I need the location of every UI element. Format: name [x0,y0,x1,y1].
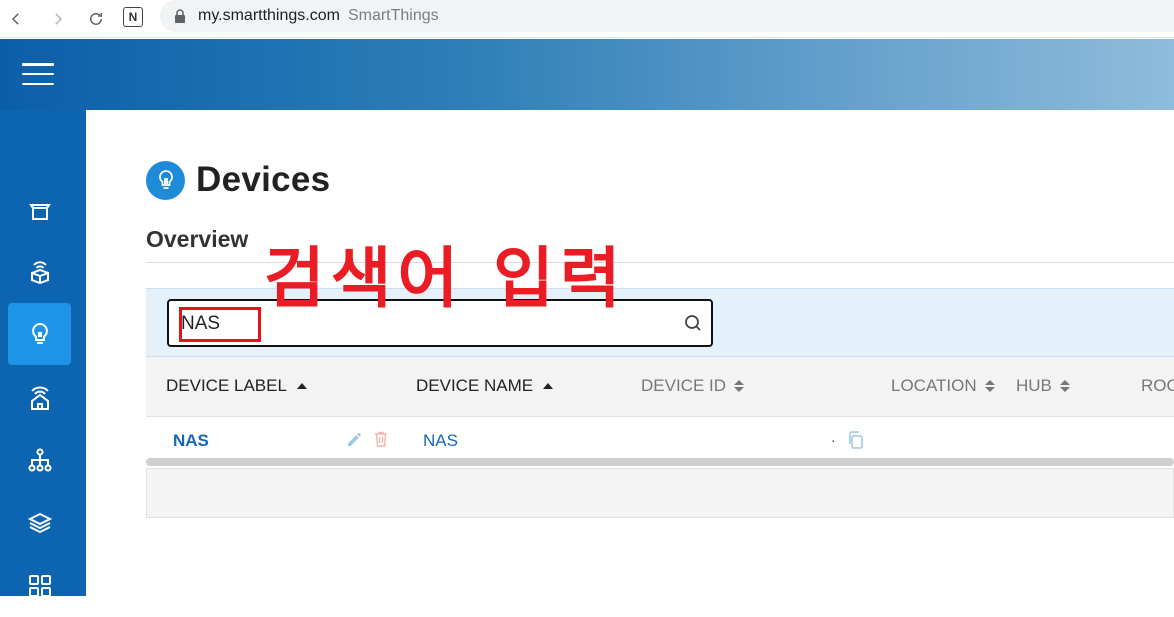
sort-asc-icon [543,383,554,389]
column-label: LOCATION [891,376,977,395]
sort-icon [984,380,995,392]
delete-icon[interactable] [372,430,390,448]
column-hub[interactable]: HUB [1016,376,1070,396]
device-name-link[interactable]: NAS [423,431,458,451]
copy-icon[interactable] [847,431,865,449]
sort-asc-icon [296,383,307,389]
table-footer [146,468,1174,518]
back-icon[interactable] [3,6,29,32]
column-device-label[interactable]: DEVICE LABEL [166,376,307,396]
column-label: DEVICE ID [641,376,727,395]
address-bar[interactable]: my.smartthings.com SmartThings [160,0,1174,32]
lock-icon [174,9,186,23]
url-host: my.smartthings.com [198,7,340,24]
device-id-value: . [831,429,836,446]
lightbulb-icon [31,322,48,344]
sort-icon [734,380,745,392]
url-page-title: SmartThings [347,7,439,24]
sidebar-item-box[interactable] [8,180,71,242]
sidebar [0,110,86,597]
extension-n-icon[interactable]: N [123,7,143,27]
main-content: Devices Overview 검색어 입력 DEVICE LABEL DEV… [86,110,1174,596]
sort-icon [1059,380,1070,392]
column-device-name[interactable]: DEVICE NAME [416,376,554,396]
column-label: DEVICE LABEL [166,376,287,395]
wifi-home-icon [30,386,49,410]
edit-icon[interactable] [346,430,364,448]
lightbulb-icon [158,170,173,189]
search-icon[interactable] [683,313,703,333]
section-title: Overview [146,226,249,252]
network-icon [28,448,51,472]
sidebar-item-network[interactable] [8,429,71,491]
table-row: NAS NAS . [146,417,1174,461]
layers-icon [27,512,52,534]
sidebar-item-hubs[interactable] [8,240,71,302]
page-header: Devices [146,160,330,200]
horizontal-scrollbar[interactable] [146,458,1174,466]
device-label-link[interactable]: NAS [173,431,209,451]
forward-icon[interactable] [45,6,71,32]
page-title: Devices [196,160,331,199]
box-icon [28,204,51,220]
column-label: HUB [1016,376,1052,395]
app-header [0,39,1174,110]
column-label: DEVICE NAME [416,376,534,395]
reload-icon[interactable] [83,6,109,32]
hamburger-icon[interactable] [22,63,54,85]
table-header: DEVICE LABEL DEVICE NAME DEVICE ID LOCAT… [146,357,1174,417]
sidebar-item-apps[interactable] [8,555,71,617]
browser-toolbar: N my.smartthings.com SmartThings [0,0,1174,38]
column-room[interactable]: ROO [1141,376,1174,396]
column-device-id[interactable]: DEVICE ID [641,376,745,396]
column-label: ROO [1141,376,1174,395]
sidebar-item-scenes[interactable] [8,492,71,554]
hub-device-icon [30,261,49,285]
sidebar-item-locations[interactable] [8,366,71,428]
sidebar-item-devices[interactable] [8,303,71,365]
column-location[interactable]: LOCATION [891,376,995,396]
devices-page-icon [146,160,185,200]
annotation-label: 검색어 입력 [264,240,627,317]
